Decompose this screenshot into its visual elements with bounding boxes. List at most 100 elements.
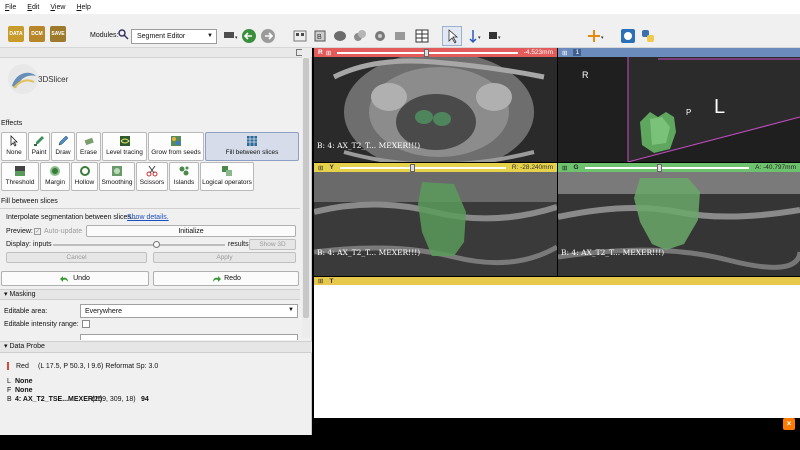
display-opacity-slider[interactable] — [53, 241, 225, 248]
effect-margin-button[interactable]: Margin — [40, 162, 70, 191]
yellow-slice-slider[interactable] — [339, 163, 506, 172]
save-icon: SAVE — [50, 26, 66, 42]
threed-orientation-R: R — [582, 70, 589, 80]
fill-between-description: Interpolate segmentation between slices.… — [6, 214, 137, 221]
green-slice-controller: ⊞ G A: -40.797mm — [558, 163, 800, 172]
svg-text:▾: ▾ — [478, 35, 481, 41]
threed-view[interactable]: ⊞ 1 R P L — [558, 48, 800, 162]
red-slice-slider[interactable] — [337, 48, 518, 57]
yellow-slider-thumb[interactable] — [409, 163, 415, 172]
dicom-button[interactable]: DCM — [29, 26, 47, 44]
undo-button[interactable]: Undo — [1, 271, 149, 286]
layout-icon[interactable] — [414, 28, 432, 46]
effect-fill-between-slices-label: Fill between slices — [225, 149, 279, 156]
cancel-label: Cancel — [66, 254, 87, 261]
extension-manager-icon[interactable] — [620, 28, 638, 46]
close-icon[interactable]: × — [783, 418, 795, 430]
effect-smoothing-button[interactable]: Smoothing — [99, 162, 135, 191]
red-pin-icon[interactable]: ⊞ — [326, 49, 331, 57]
menubar: File Edit View Help — [0, 0, 800, 14]
green-pin-icon[interactable]: ⊞ — [562, 164, 567, 172]
scissors-icon — [146, 165, 158, 177]
volume-icon[interactable] — [332, 28, 350, 46]
transforms-icon[interactable] — [372, 28, 390, 46]
pointer-icon — [10, 135, 18, 147]
extensions-icon[interactable] — [292, 28, 310, 46]
effect-erase-button[interactable]: Erase — [76, 132, 101, 161]
effect-threshold-button[interactable]: Threshold — [1, 162, 39, 191]
threed-orientation-P: P — [686, 108, 692, 117]
menu-help[interactable]: Help — [75, 4, 91, 11]
red-slice-view[interactable]: R ⊞ -4.523mm B: 4: AX_T2_T... MEXER!!!) — [314, 48, 557, 162]
display-opacity-slider-handle[interactable] — [153, 241, 160, 248]
probe-l-value: None — [15, 378, 33, 385]
scrollbar-handle[interactable] — [303, 58, 309, 318]
red-slider-thumb[interactable] — [423, 48, 429, 57]
cancel-button[interactable]: Cancel — [6, 252, 147, 263]
module-panel-scrollbar[interactable] — [302, 48, 310, 338]
effect-draw-label: Draw — [55, 149, 71, 156]
module-history-icon[interactable]: ▾ — [222, 28, 240, 46]
module-selector[interactable]: Segment Editor ▼ — [131, 29, 217, 44]
yellow-pin-icon[interactable]: ⊞ — [318, 164, 323, 172]
effect-threshold-label: Threshold — [5, 179, 35, 186]
main-toolbar: DATA DCM SAVE Modules: Segment Editor ▼ … — [0, 14, 800, 48]
margin-icon — [50, 166, 60, 176]
fill-between-slices-icon — [247, 136, 257, 146]
menu-file[interactable]: File — [4, 4, 17, 11]
forward-icon[interactable] — [260, 28, 278, 46]
red-slice-controller: R ⊞ -4.523mm — [314, 48, 557, 57]
green-slice-slider[interactable] — [584, 163, 750, 172]
green-slice-image — [558, 172, 800, 276]
effects-label: Effects — [1, 120, 23, 127]
menu-edit[interactable]: Edit — [26, 4, 40, 11]
python-icon[interactable] — [640, 28, 658, 46]
crosshair-icon[interactable]: ▾ — [465, 28, 483, 46]
panel-header-bar — [0, 48, 312, 58]
show-details-link[interactable]: Show details. — [127, 214, 169, 221]
crosshair-toggle-icon[interactable]: ▾ — [586, 28, 604, 46]
mouse-mode-icon[interactable] — [442, 26, 462, 46]
effect-scissors-label: Scissors — [139, 179, 165, 186]
islands-icon — [179, 166, 189, 176]
editable-intensity-checkbox[interactable] — [82, 320, 90, 328]
window-level-icon[interactable]: ▾ — [487, 28, 505, 46]
effect-scissors-button[interactable]: Scissors — [136, 162, 168, 191]
green-slice-view[interactable]: ⊞ G A: -40.797mm B: 4: AX_T2_T... MEXER!… — [558, 163, 800, 276]
save-label: SAVE — [51, 31, 65, 37]
bottom-pin-icon[interactable]: ⊞ — [318, 277, 323, 285]
bottom-view-controller: ⊞ T — [314, 277, 800, 285]
effect-paint-button[interactable]: Paint — [28, 132, 50, 161]
show-3d-button[interactable]: Show 3D — [249, 239, 296, 250]
load-data-button[interactable]: DATA — [8, 26, 26, 44]
effect-none-button[interactable]: None — [1, 132, 27, 161]
effect-islands-button[interactable]: Islands — [169, 162, 199, 191]
effect-logical-operators-button[interactable]: Logical operators — [200, 162, 254, 191]
auto-update-checkbox[interactable]: ✓ — [34, 228, 41, 235]
yellow-slice-view[interactable]: ⊞ Y R: -28.240mm B: 4: AX_T2_T... MEXER!… — [314, 163, 557, 276]
effect-draw-button[interactable]: Draw — [51, 132, 75, 161]
redo-button[interactable]: Redo — [153, 271, 299, 286]
threed-pin-icon[interactable]: ⊞ — [562, 49, 567, 57]
save-button[interactable]: SAVE — [50, 26, 68, 44]
masking-section-header[interactable]: ▾ Masking — [0, 289, 300, 300]
effect-level-tracing-button[interactable]: Level tracing — [102, 132, 147, 161]
fill-between-divider — [0, 208, 300, 209]
scene-view-icon[interactable]: B — [312, 28, 330, 46]
effect-fill-between-slices-button[interactable]: Fill between slices — [205, 132, 299, 161]
apply-button[interactable]: Apply — [153, 252, 296, 263]
back-icon[interactable] — [241, 28, 259, 46]
data-probe-header[interactable]: ▾ Data Probe — [0, 341, 312, 353]
initialize-button[interactable]: Initialize — [86, 225, 296, 237]
bottom-view[interactable]: ⊞ T — [314, 277, 800, 418]
models-icon[interactable] — [352, 28, 370, 46]
menu-view[interactable]: View — [49, 4, 66, 11]
green-slider-thumb[interactable] — [656, 163, 662, 172]
markups-icon[interactable] — [392, 28, 410, 46]
effect-hollow-button[interactable]: Hollow — [71, 162, 98, 191]
modules-label: Modules: — [90, 32, 119, 39]
bottom-view-letter: T — [329, 277, 334, 285]
effect-grow-from-seeds-button[interactable]: Grow from seeds — [148, 132, 204, 161]
editable-area-select[interactable]: Everywhere ▼ — [80, 304, 298, 318]
logo-text: 3DSlicer — [38, 75, 69, 84]
